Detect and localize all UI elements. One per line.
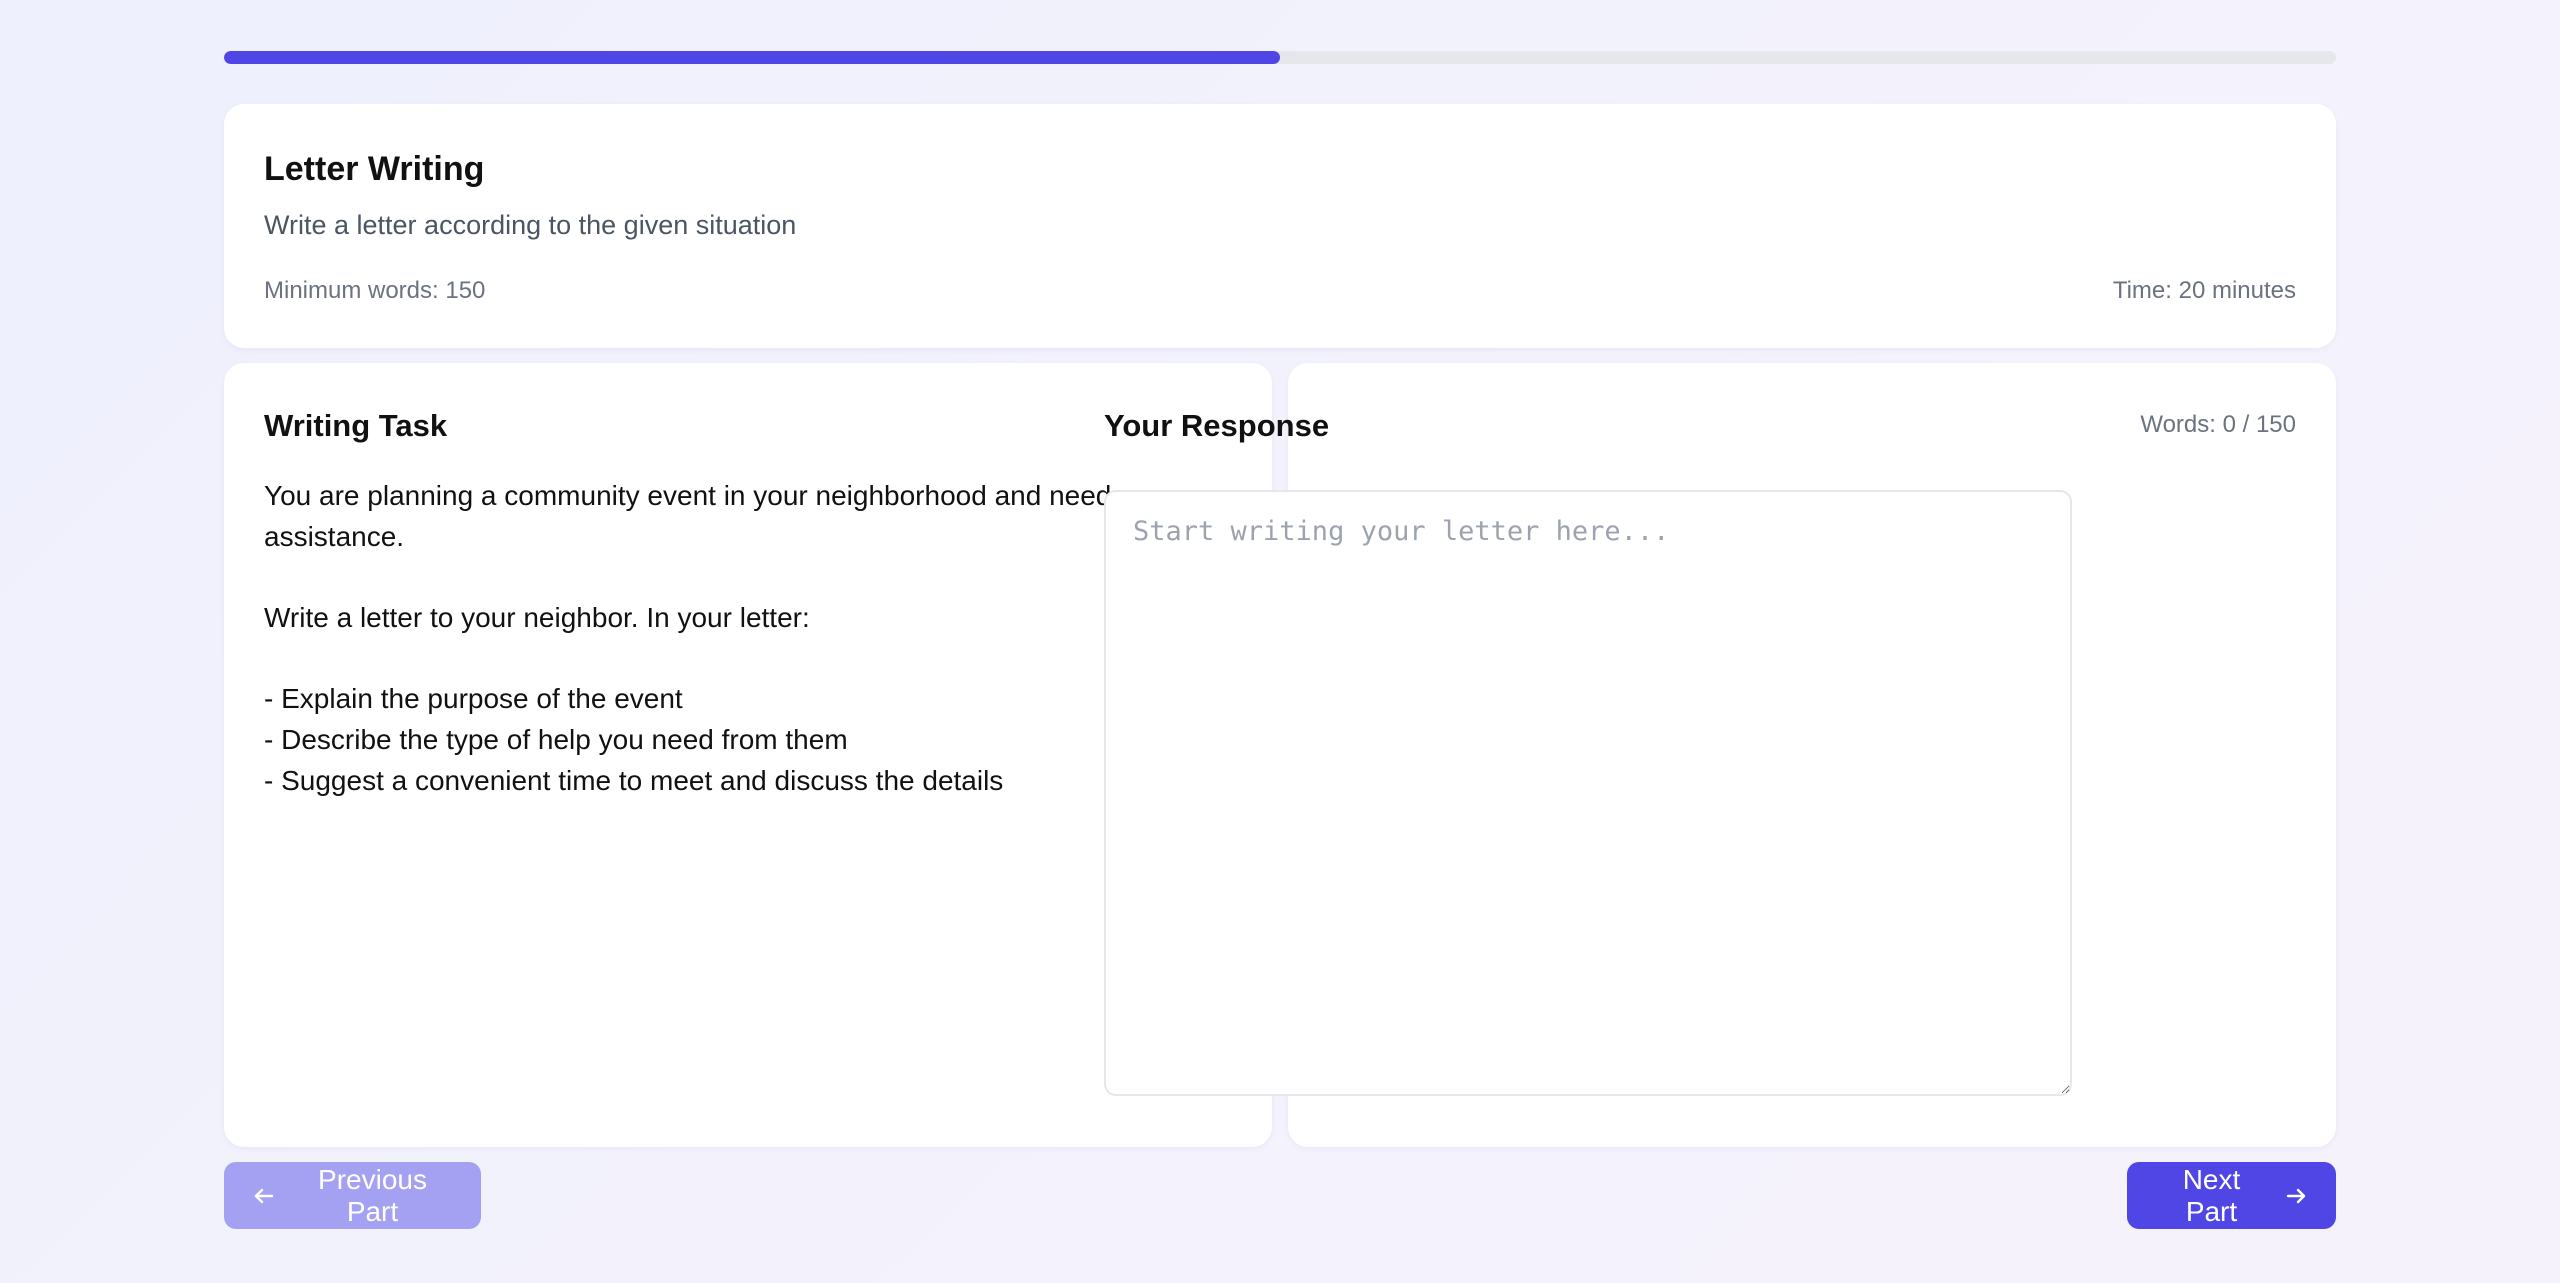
word-count-label: Words: 0 / 150 bbox=[2140, 411, 2296, 438]
previous-part-button[interactable]: Previous Part bbox=[224, 1162, 481, 1229]
response-textarea[interactable] bbox=[1104, 490, 2072, 1096]
next-part-button[interactable]: Next Part bbox=[2127, 1162, 2336, 1229]
progress-bar-fill bbox=[224, 51, 1280, 64]
progress-bar bbox=[224, 51, 2336, 64]
arrow-right-icon bbox=[2286, 1188, 2306, 1203]
time-limit-label: Time: 20 minutes bbox=[2112, 277, 2296, 304]
previous-part-label: Previous Part bbox=[318, 1163, 427, 1227]
minimum-words-label: Minimum words: 150 bbox=[264, 277, 486, 304]
writing-task-prompt: You are planning a community event in yo… bbox=[264, 476, 1224, 802]
prompt-line: You are planning a community event in yo… bbox=[264, 480, 1188, 552]
prompt-line: Write a letter to your neighbor. In your… bbox=[264, 602, 810, 634]
prompt-line: - Suggest a convenient time to meet and … bbox=[264, 764, 1004, 796]
prompt-line: - Describe the type of help you need fro… bbox=[264, 724, 848, 756]
next-part-label: Next Part bbox=[2182, 1163, 2241, 1227]
arrow-left-icon bbox=[254, 1188, 274, 1203]
prompt-spacer bbox=[264, 639, 1224, 680]
page-subtitle: Write a letter according to the given si… bbox=[264, 210, 797, 240]
writing-task-title: Writing Task bbox=[264, 408, 448, 443]
prompt-spacer bbox=[264, 557, 1224, 598]
response-title: Your Response bbox=[1104, 408, 1330, 443]
page-title: Letter Writing bbox=[264, 150, 485, 188]
prompt-line: - Explain the purpose of the event bbox=[264, 683, 683, 715]
